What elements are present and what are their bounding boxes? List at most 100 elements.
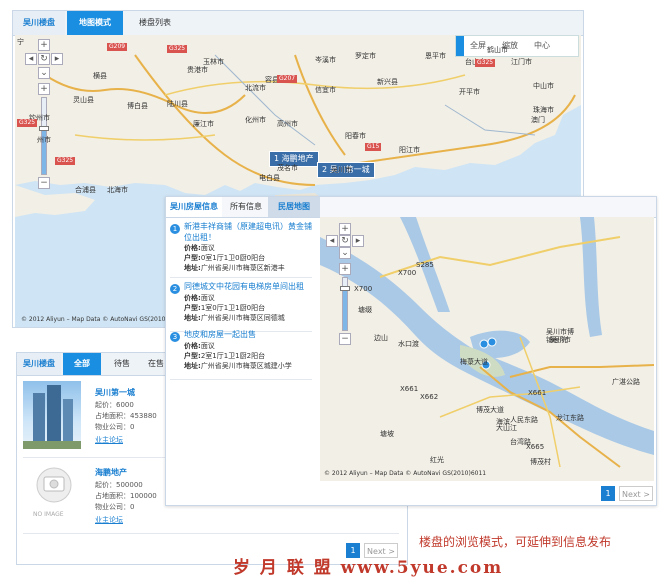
map-place-label-26: 中山市 — [533, 82, 554, 90]
house-name[interactable]: 吴川第一城 — [95, 387, 135, 398]
zoom-slider-knob[interactable] — [340, 286, 350, 291]
item-layout: 户型:2室1厅1卫1厨2阳台 — [184, 352, 266, 360]
zoom-out-button[interactable]: − — [38, 177, 50, 189]
map-place-label-4: 灵山县 — [73, 96, 94, 104]
tab-all-info[interactable]: 所有信息 — [224, 197, 268, 217]
tab-housing-info[interactable]: 吴川房屋信息 — [166, 197, 222, 217]
map-road-label-1: G207 — [277, 75, 298, 83]
map-place-label-25: 江门市 — [511, 58, 532, 66]
item-price: 价格:面议 — [184, 244, 215, 252]
local-map-label-20: 塘坡 — [380, 430, 394, 438]
item-price: 价格:面议 — [184, 294, 215, 302]
pan-down-button[interactable]: ⌄ — [339, 247, 351, 259]
pan-up-button[interactable]: + — [38, 39, 50, 51]
pan-center-button[interactable]: ↻ — [339, 235, 351, 247]
map-place-label-6: 北流市 — [245, 84, 266, 92]
tab-all[interactable]: 全部 — [63, 353, 101, 375]
owner-forum-link[interactable]: 业主论坛 — [95, 515, 123, 525]
marker-num: 1 — [274, 154, 280, 163]
pan-up-button[interactable]: + — [339, 223, 351, 235]
map-place-label-11: 廉江市 — [193, 120, 214, 128]
local-map-label-23: 红光 — [430, 456, 444, 464]
info-item[interactable]: 3 地皮和房屋一起出售 价格:面议 户型:2室1厅1卫1厨2阳台 地址:广州省吴… — [170, 329, 312, 380]
pan-down-button[interactable]: ⌄ — [38, 67, 50, 79]
map-place-label-30: 鹤山市 — [487, 46, 508, 54]
map-place-label-8: 岑溪市 — [315, 56, 336, 64]
pan-left-button[interactable]: ◂ — [326, 235, 338, 247]
marker-num: 2 — [322, 165, 328, 174]
local-map-zoom-control: + ◂ ↻ ▸ ⌄ + − — [326, 223, 364, 345]
local-map-label-0: X700 — [398, 269, 417, 277]
map-place-label-21: 北海市 — [107, 186, 128, 194]
local-map-label-9: X661 — [400, 385, 419, 393]
info-item[interactable]: 1 新港丰祥商铺（原建超电讯）黄金铺位出租！ 价格:面议 户型:0室1厅1卫0厨… — [170, 221, 312, 278]
info-list: 1 新港丰祥商铺（原建超电讯）黄金铺位出租！ 价格:面议 户型:0室1厅1卫0厨… — [166, 217, 318, 485]
pan-right-button[interactable]: ▸ — [352, 235, 364, 247]
brand-tab[interactable]: 吴川楼盘 — [13, 11, 65, 35]
map-place-label-12: 化州市 — [245, 116, 266, 124]
map-place-label-3: 贵港市 — [187, 66, 208, 74]
map-place-label-2: 横县 — [93, 72, 107, 80]
item-title-link[interactable]: 地皮和房屋一起出售 — [184, 329, 312, 340]
local-map-label-1: S285 — [416, 261, 434, 269]
caption-text: 楼盘的浏览模式，可延伸到信息发布 — [419, 535, 612, 549]
list-divider — [23, 533, 399, 534]
house-management: 物业公司：0 — [95, 423, 135, 431]
local-map-label-22: 博茂村 — [530, 458, 551, 466]
map-place-label-32: 州市 — [37, 136, 51, 144]
zoom-in-button[interactable]: + — [339, 263, 351, 275]
local-map-label-21: X665 — [526, 443, 545, 451]
map-control-accent-bar — [456, 36, 464, 56]
page-1-button[interactable]: 1 — [601, 486, 615, 501]
item-title-link[interactable]: 新港丰祥商铺（原建超电讯）黄金铺位出租！ — [184, 221, 312, 243]
next-page-button[interactable]: Next > — [619, 486, 653, 501]
map-place-label-13: 高州市 — [277, 120, 298, 128]
map-top-controls: 全屏 缩放 中心 — [455, 35, 579, 57]
item-address: 地址:广州省吴川市梅菉区城建小学 — [184, 362, 292, 370]
top-tabbar: 吴川楼盘 地图模式 楼盘列表 — [13, 11, 583, 36]
zoom-slider-knob[interactable] — [39, 126, 49, 131]
map-place-label-31: 新兴县 — [377, 78, 398, 86]
owner-forum-link[interactable]: 业主论坛 — [95, 435, 123, 445]
local-map-label-7: 水口渡 — [398, 340, 419, 348]
zoom-in-button[interactable]: + — [38, 83, 50, 95]
tab-housing-map[interactable]: 民居地图 — [268, 197, 320, 217]
local-map-label-5: 塘缀 — [358, 306, 372, 314]
zoom-out-button[interactable]: − — [339, 333, 351, 345]
map-place-label-22: 合浦县 — [75, 186, 96, 194]
map-road-label-3: G325 — [17, 119, 38, 127]
tab-map-mode[interactable]: 地图模式 — [67, 11, 123, 35]
tab-property-list[interactable]: 楼盘列表 — [127, 11, 183, 35]
tab-for-sale-soon[interactable]: 待售 — [105, 353, 139, 375]
info-tabbar: 吴川房屋信息 所有信息 民居地图 — [166, 197, 656, 218]
item-price: 价格:面议 — [184, 342, 215, 350]
map-place-label-20: 吴川市 — [331, 166, 352, 174]
item-layout: 户型:1室0厅1卫1厨0阳台 — [184, 304, 266, 312]
center-button[interactable]: 中心 — [534, 36, 550, 56]
pan-left-button[interactable]: ◂ — [25, 53, 37, 65]
map-road-label-4: G325 — [55, 157, 76, 165]
item-address: 地址:广州省吴川市梅菉区新港丰 — [184, 264, 285, 272]
map-place-label-23: 恩平市 — [425, 52, 446, 60]
house-name[interactable]: 海鹏地产 — [95, 467, 127, 478]
item-number-badge: 1 — [170, 224, 180, 234]
local-map[interactable]: + ◂ ↻ ▸ ⌄ + − © 2012 Aliyun – Map Data ©… — [320, 217, 654, 481]
item-number-badge: 3 — [170, 332, 180, 342]
zoom-slider[interactable] — [340, 277, 350, 331]
map-place-label-9: 博白县 — [127, 102, 148, 110]
item-title-link[interactable]: 同德城文中花园有电梯房单间出租 — [184, 281, 312, 292]
local-map-label-10: X662 — [420, 393, 439, 401]
watermark-text: 岁 月 联 盟 www.5yue.com — [233, 558, 504, 578]
local-map-svg — [320, 217, 654, 481]
house-price: 起价：500000 — [95, 481, 143, 489]
map-place-label-15: 罗定市 — [355, 52, 376, 60]
fullscreen-button[interactable]: 全屏 — [470, 36, 486, 56]
map-place-label-29: 开平市 — [459, 88, 480, 96]
map-road-label-2: G325 — [167, 45, 188, 53]
info-item[interactable]: 2 同德城文中花园有电梯房单间出租 价格:面议 户型:1室0厅1卫1厨0阳台 地… — [170, 281, 312, 332]
map-place-label-16: 阳春市 — [345, 132, 366, 140]
list-brand-tab[interactable]: 吴川楼盘 — [17, 353, 61, 375]
local-map-label-18: 龙江东路 — [556, 414, 584, 422]
pan-right-button[interactable]: ▸ — [51, 53, 63, 65]
pan-center-button[interactable]: ↻ — [38, 53, 50, 65]
